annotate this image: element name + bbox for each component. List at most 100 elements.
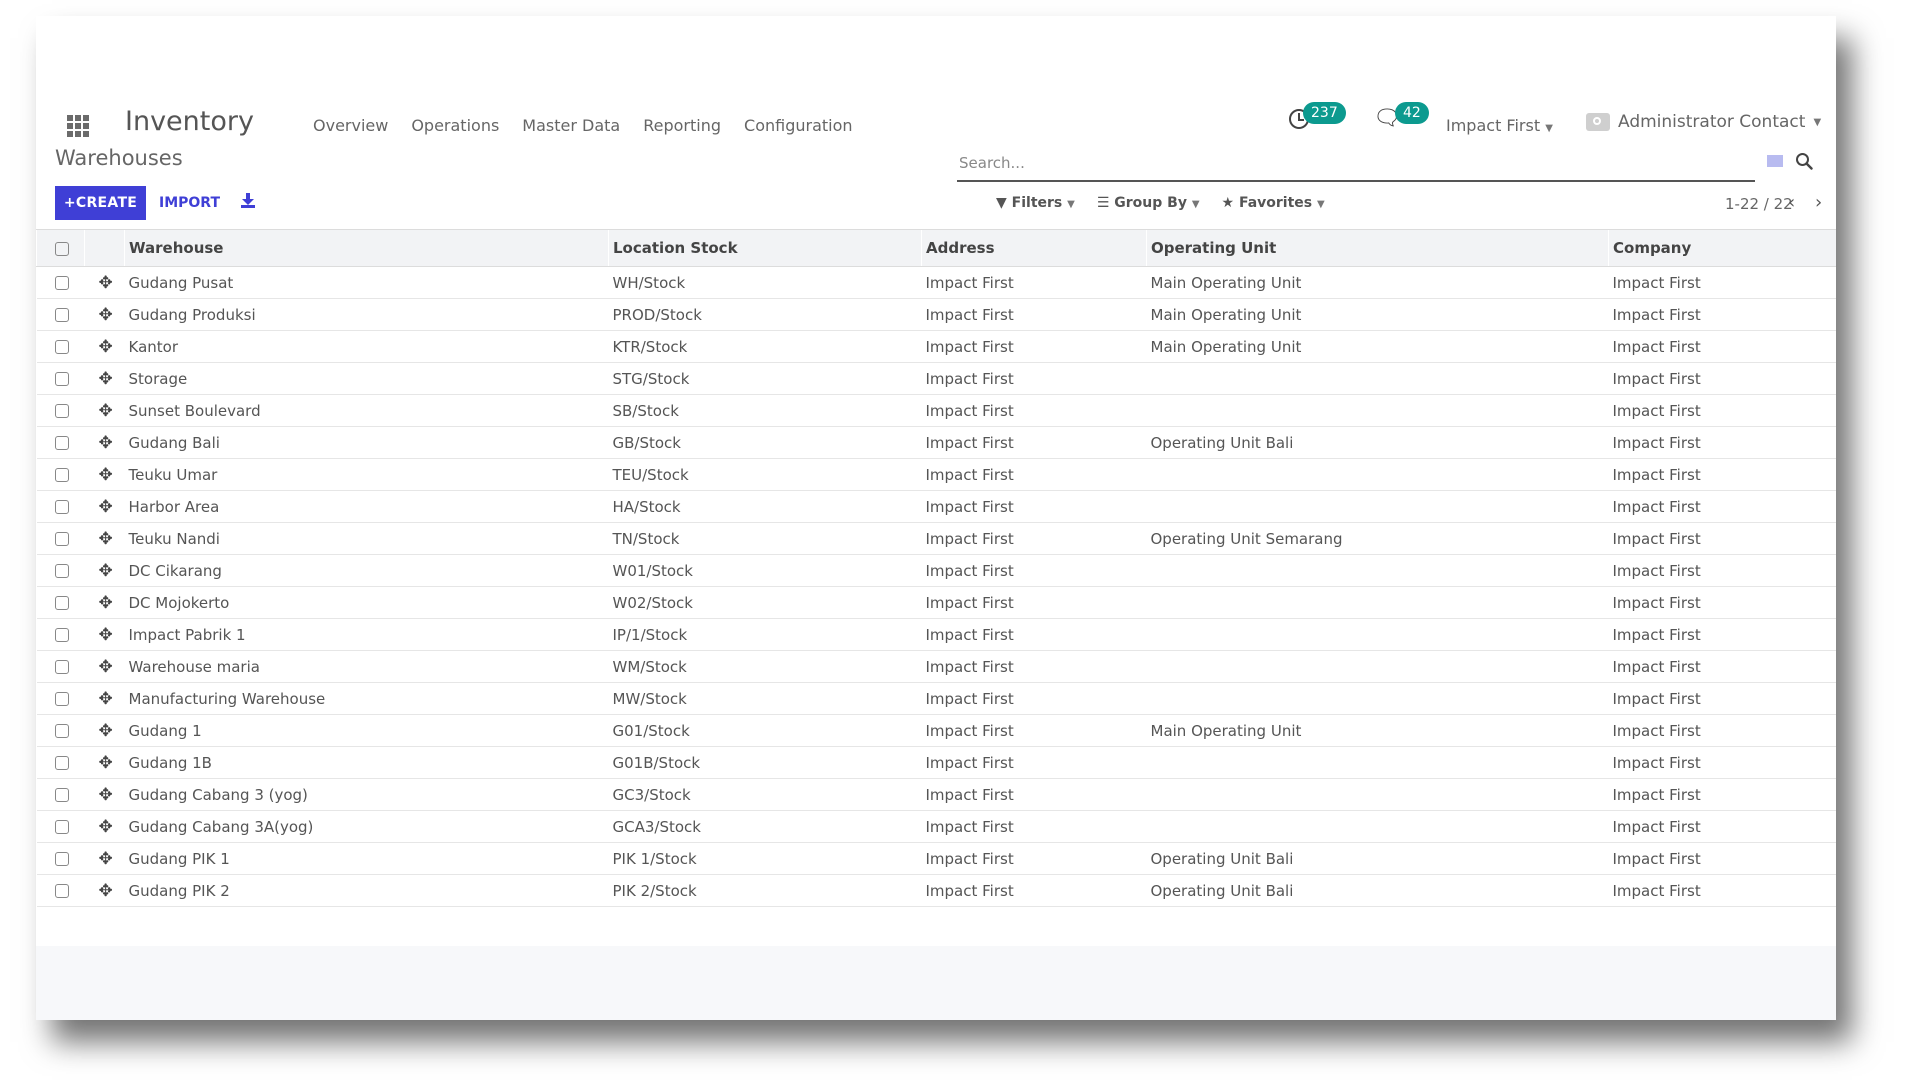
user-menu[interactable]: Administrator Contact ▼ bbox=[1586, 112, 1821, 132]
activity-menu[interactable]: 237 bbox=[1289, 102, 1346, 130]
cell-operating-unit[interactable] bbox=[1146, 778, 1609, 811]
cell-address[interactable]: Impact First bbox=[921, 554, 1147, 587]
cell-operating-unit[interactable] bbox=[1146, 650, 1609, 683]
drag-handle-icon[interactable]: ✥ bbox=[89, 849, 113, 869]
table-row[interactable]: ✥ Gudang Produksi PROD/Stock Impact First Ma… bbox=[36, 298, 1836, 331]
select-all-checkbox[interactable] bbox=[55, 241, 69, 256]
cell-company[interactable]: Impact First bbox=[1608, 778, 1836, 811]
drag-handle-icon[interactable]: ✥ bbox=[89, 465, 113, 485]
table-row[interactable]: ✥ Gudang 1B G01B/Stock Impact First Impact F… bbox=[36, 746, 1836, 779]
table-row[interactable]: ✥ DC Cikarang W01/Stock Impact First Impact … bbox=[36, 554, 1836, 587]
row-checkbox[interactable] bbox=[54, 404, 69, 418]
drag-handle-icon[interactable]: ✥ bbox=[89, 305, 113, 325]
cell-address[interactable]: Impact First bbox=[921, 490, 1147, 523]
cell-address[interactable]: Impact First bbox=[921, 330, 1147, 363]
cell-address[interactable]: Impact First bbox=[921, 522, 1147, 555]
menu-configuration[interactable]: Configuration bbox=[744, 116, 853, 135]
table-row[interactable]: ✥ Gudang Pusat WH/Stock Impact First Main Op… bbox=[36, 266, 1836, 299]
cell-operating-unit[interactable]: Operating Unit Semarang bbox=[1146, 522, 1609, 555]
table-row[interactable]: ✥ Teuku Umar TEU/Stock Impact First Impact F… bbox=[36, 458, 1836, 491]
menu-operations[interactable]: Operations bbox=[411, 116, 499, 135]
cell-address[interactable]: Impact First bbox=[921, 874, 1147, 907]
table-row[interactable]: ✥ Impact Pabrik 1 IP/1/Stock Impact First Im… bbox=[36, 618, 1836, 651]
drag-handle-icon[interactable]: ✥ bbox=[89, 721, 113, 741]
cell-warehouse[interactable]: Gudang PIK 2 bbox=[124, 874, 609, 907]
drag-handle-icon[interactable]: ✥ bbox=[89, 689, 113, 709]
cell-company[interactable]: Impact First bbox=[1608, 298, 1836, 331]
cell-warehouse[interactable]: DC Mojokerto bbox=[124, 586, 609, 619]
cell-location-stock[interactable]: WH/Stock bbox=[608, 266, 922, 299]
cell-address[interactable]: Impact First bbox=[921, 714, 1147, 747]
cell-company[interactable]: Impact First bbox=[1608, 330, 1836, 363]
table-row[interactable]: ✥ Gudang Cabang 3 (yog) GC3/Stock Impact Fi… bbox=[36, 778, 1836, 811]
table-row[interactable]: ✥ DC Mojokerto W02/Stock Impact First Impact… bbox=[36, 586, 1836, 619]
cell-operating-unit[interactable] bbox=[1146, 458, 1609, 491]
cell-operating-unit[interactable] bbox=[1146, 362, 1609, 395]
cell-address[interactable]: Impact First bbox=[921, 778, 1147, 811]
cell-warehouse[interactable]: Sunset Boulevard bbox=[124, 394, 609, 427]
cell-operating-unit[interactable]: Operating Unit Bali bbox=[1146, 874, 1609, 907]
cell-address[interactable]: Impact First bbox=[921, 426, 1147, 459]
cell-company[interactable]: Impact First bbox=[1608, 522, 1836, 555]
cell-location-stock[interactable]: GC3/Stock bbox=[608, 778, 922, 811]
cell-location-stock[interactable]: W01/Stock bbox=[608, 554, 922, 587]
row-checkbox[interactable] bbox=[54, 532, 69, 546]
download-icon[interactable] bbox=[241, 192, 255, 208]
table-row[interactable]: ✥ Storage STG/Stock Impact First Impact Firs… bbox=[36, 362, 1836, 395]
cell-location-stock[interactable]: WM/Stock bbox=[608, 650, 922, 683]
column-header-operating-unit[interactable]: Operating Unit bbox=[1146, 229, 1609, 267]
drag-handle-icon[interactable]: ✥ bbox=[89, 561, 113, 581]
column-header-company[interactable]: Company bbox=[1608, 229, 1836, 267]
cell-location-stock[interactable]: PROD/Stock bbox=[608, 298, 922, 331]
row-checkbox[interactable] bbox=[54, 788, 69, 802]
cell-operating-unit[interactable] bbox=[1146, 586, 1609, 619]
pager-previous-icon[interactable]: ‹ bbox=[1788, 192, 1795, 213]
drag-handle-icon[interactable]: ✥ bbox=[89, 785, 113, 805]
cell-warehouse[interactable]: Impact Pabrik 1 bbox=[124, 618, 609, 651]
cell-company[interactable]: Impact First bbox=[1608, 682, 1836, 715]
cell-warehouse[interactable]: Teuku Umar bbox=[124, 458, 609, 491]
table-row[interactable]: ✥ Kantor KTR/Stock Impact First Main Operati… bbox=[36, 330, 1836, 363]
cell-location-stock[interactable]: KTR/Stock bbox=[608, 330, 922, 363]
cell-company[interactable]: Impact First bbox=[1608, 554, 1836, 587]
cell-warehouse[interactable]: Warehouse maria bbox=[124, 650, 609, 683]
cell-address[interactable]: Impact First bbox=[921, 682, 1147, 715]
column-header-warehouse[interactable]: Warehouse bbox=[124, 229, 609, 267]
cell-company[interactable]: Impact First bbox=[1608, 362, 1836, 395]
search-icon[interactable] bbox=[1795, 152, 1813, 170]
cell-operating-unit[interactable]: Main Operating Unit bbox=[1146, 714, 1609, 747]
cell-company[interactable]: Impact First bbox=[1608, 746, 1836, 779]
cell-operating-unit[interactable]: Main Operating Unit bbox=[1146, 330, 1609, 363]
create-button[interactable]: +CREATE bbox=[55, 186, 146, 220]
table-row[interactable]: ✥ Gudang Cabang 3A(yog) GCA3/Stock Impact F… bbox=[36, 810, 1836, 843]
row-checkbox[interactable] bbox=[54, 852, 69, 866]
cell-warehouse[interactable]: Storage bbox=[124, 362, 609, 395]
row-checkbox[interactable] bbox=[54, 820, 69, 834]
cell-warehouse[interactable]: Gudang Cabang 3 (yog) bbox=[124, 778, 609, 811]
cell-location-stock[interactable]: STG/Stock bbox=[608, 362, 922, 395]
row-checkbox[interactable] bbox=[54, 276, 69, 290]
cell-operating-unit[interactable]: Operating Unit Bali bbox=[1146, 842, 1609, 875]
cell-operating-unit[interactable]: Main Operating Unit bbox=[1146, 298, 1609, 331]
company-switcher[interactable]: Impact First ▼ bbox=[1446, 116, 1553, 135]
cell-company[interactable]: Impact First bbox=[1608, 490, 1836, 523]
table-row[interactable]: ✥ Warehouse maria WM/Stock Impact First Impa… bbox=[36, 650, 1836, 683]
cell-address[interactable]: Impact First bbox=[921, 746, 1147, 779]
cell-location-stock[interactable]: G01B/Stock bbox=[608, 746, 922, 779]
drag-handle-icon[interactable]: ✥ bbox=[89, 433, 113, 453]
row-checkbox[interactable] bbox=[54, 372, 69, 386]
drag-handle-icon[interactable]: ✥ bbox=[89, 529, 113, 549]
cell-company[interactable]: Impact First bbox=[1608, 266, 1836, 299]
search-input[interactable] bbox=[957, 150, 1759, 176]
cell-address[interactable]: Impact First bbox=[921, 586, 1147, 619]
cell-company[interactable]: Impact First bbox=[1608, 810, 1836, 843]
cell-operating-unit[interactable]: Main Operating Unit bbox=[1146, 266, 1609, 299]
cell-company[interactable]: Impact First bbox=[1608, 426, 1836, 459]
row-checkbox[interactable] bbox=[54, 340, 69, 354]
import-button[interactable]: IMPORT bbox=[159, 195, 220, 211]
drag-handle-icon[interactable]: ✥ bbox=[89, 593, 113, 613]
menu-overview[interactable]: Overview bbox=[313, 116, 388, 135]
cell-address[interactable]: Impact First bbox=[921, 810, 1147, 843]
favorites-dropdown[interactable]: ★ Favorites ▼ bbox=[1222, 195, 1325, 211]
cell-company[interactable]: Impact First bbox=[1608, 586, 1836, 619]
